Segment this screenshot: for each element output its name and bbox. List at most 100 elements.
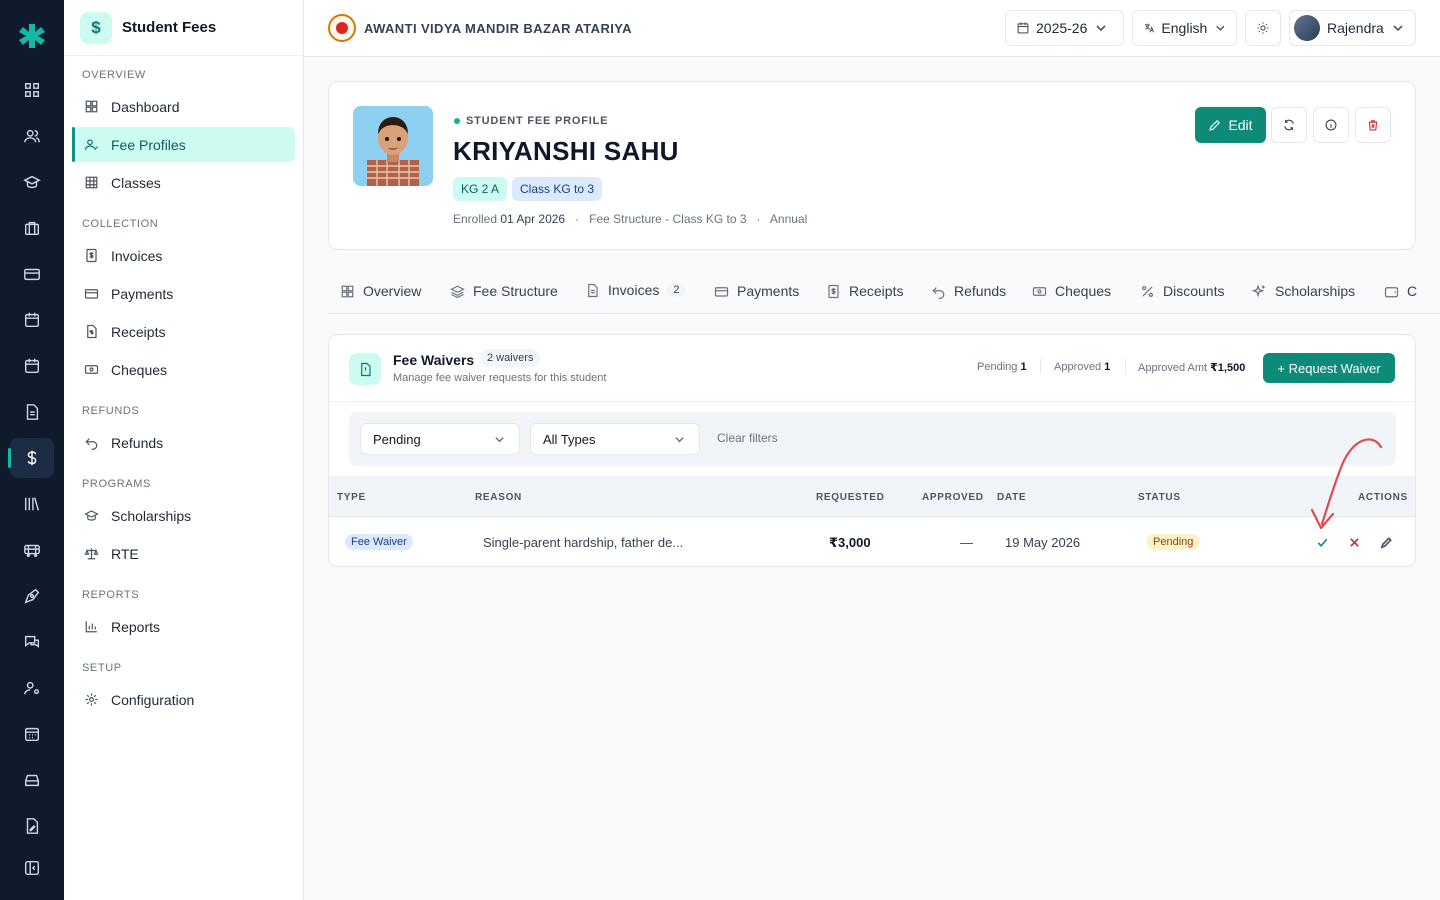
request-waiver-button[interactable]: + Request Waiver bbox=[1263, 353, 1395, 383]
section-collection: COLLECTION bbox=[82, 218, 159, 230]
delete-button[interactable] bbox=[1355, 107, 1391, 143]
sidebar-item-reports[interactable]: Reports bbox=[72, 609, 295, 644]
reject-button[interactable] bbox=[1345, 533, 1363, 551]
chevron-down-icon bbox=[1096, 25, 1106, 32]
pen-icon[interactable] bbox=[10, 576, 54, 616]
section-refunds: REFUNDS bbox=[82, 405, 140, 417]
student-profile-card: STUDENT FEE PROFILE KRIYANSHI SAHU KG 2 … bbox=[328, 81, 1416, 250]
column-header-approved[interactable]: APPROVED bbox=[922, 492, 984, 503]
approve-button[interactable] bbox=[1313, 533, 1331, 551]
user-menu[interactable]: Rajendra bbox=[1289, 10, 1416, 46]
user-settings-icon[interactable] bbox=[10, 668, 54, 708]
status-filter-select[interactable]: Pending bbox=[360, 423, 520, 455]
tab-refunds[interactable]: Refunds bbox=[931, 283, 1006, 299]
chevron-down-icon bbox=[495, 437, 504, 443]
tab-overflow[interactable]: C bbox=[1384, 283, 1417, 299]
sidebar-item-label: RTE bbox=[111, 545, 139, 562]
info-button[interactable] bbox=[1313, 107, 1349, 143]
sidebar-item-cheques[interactable]: Cheques bbox=[72, 352, 295, 387]
waiver-reason: Single-parent hardship, father de... bbox=[483, 535, 684, 550]
tab-receipts[interactable]: Receipts bbox=[826, 283, 903, 299]
table-row[interactable]: Fee Waiver Single-parent hardship, fathe… bbox=[329, 518, 1415, 566]
calendar-grid-icon[interactable] bbox=[10, 714, 54, 754]
sidebar-item-receipts[interactable]: Receipts bbox=[72, 314, 295, 349]
column-header-status[interactable]: STATUS bbox=[1138, 492, 1181, 503]
column-header-date[interactable]: DATE bbox=[997, 492, 1026, 503]
tab-label: C bbox=[1407, 283, 1418, 299]
user-check-icon bbox=[84, 139, 98, 150]
tab-payments[interactable]: Payments bbox=[714, 283, 799, 299]
app-logo-icon[interactable] bbox=[17, 22, 47, 52]
info-icon bbox=[1325, 119, 1337, 131]
percent-icon bbox=[1142, 285, 1153, 297]
sidebar-item-label: Payments bbox=[111, 285, 174, 302]
sidebar-item-classes[interactable]: Classes bbox=[72, 165, 295, 200]
sidebar-item-payments[interactable]: Payments bbox=[72, 276, 295, 311]
dollar-icon: $ bbox=[80, 11, 112, 44]
briefcase-icon[interactable] bbox=[10, 208, 54, 248]
dollar-icon[interactable] bbox=[8, 438, 54, 478]
card-icon[interactable] bbox=[10, 254, 54, 294]
section-overview: OVERVIEW bbox=[82, 69, 146, 81]
calendar-alt-icon[interactable] bbox=[10, 346, 54, 386]
sidebar-item-rte[interactable]: RTE bbox=[72, 536, 295, 571]
top-bar: AWANTI VIDYA MANDIR BAZAR ATARIYA 2025-2… bbox=[304, 0, 1440, 57]
language-value: English bbox=[1161, 20, 1208, 36]
edit-row-button[interactable] bbox=[1377, 533, 1395, 551]
drive-icon[interactable] bbox=[10, 760, 54, 800]
language-select[interactable]: English bbox=[1132, 10, 1237, 46]
student-photo bbox=[353, 106, 433, 186]
library-icon[interactable] bbox=[10, 484, 54, 524]
tab-cheques[interactable]: Cheques bbox=[1032, 283, 1111, 299]
calendar-icon[interactable] bbox=[10, 300, 54, 340]
sidebar-item-label: Cheques bbox=[111, 361, 168, 378]
chat-icon[interactable] bbox=[10, 622, 54, 662]
close-icon bbox=[1349, 537, 1359, 547]
sidebar-item-dashboard[interactable]: Dashboard bbox=[72, 89, 295, 124]
waiver-file-icon bbox=[349, 353, 381, 385]
fee-frequency: Annual bbox=[769, 212, 808, 226]
app-rail bbox=[0, 0, 64, 900]
card-icon bbox=[714, 286, 729, 297]
sidebar-item-invoices[interactable]: Invoices bbox=[72, 238, 295, 273]
column-header-type[interactable]: TYPE bbox=[337, 492, 366, 503]
sidebar-item-configuration[interactable]: Configuration bbox=[72, 682, 295, 717]
sidebar-item-label: Classes bbox=[111, 174, 161, 191]
column-header-reason[interactable]: REASON bbox=[475, 492, 522, 503]
tab-label: Payments bbox=[737, 283, 800, 299]
module-title: Student Fees bbox=[122, 19, 217, 36]
tab-label: Refunds bbox=[954, 283, 1007, 299]
theme-toggle[interactable] bbox=[1245, 10, 1281, 46]
stat-value: 1 bbox=[1104, 361, 1111, 373]
school-name: AWANTI VIDYA MANDIR BAZAR ATARIYA bbox=[364, 20, 632, 36]
academic-year-select[interactable]: 2025-26 bbox=[1005, 10, 1124, 46]
tab-overview[interactable]: Overview bbox=[340, 283, 421, 299]
type-filter-select[interactable]: All Types bbox=[530, 423, 700, 455]
users-icon[interactable] bbox=[10, 116, 54, 156]
graduation-icon[interactable] bbox=[10, 162, 54, 202]
sidebar-header: $ Student Fees bbox=[64, 0, 303, 56]
document-icon[interactable] bbox=[10, 392, 54, 432]
sidebar-item-fee-profiles[interactable]: Fee Profiles bbox=[72, 127, 295, 162]
tab-invoices[interactable]: Invoices 2 bbox=[585, 282, 686, 298]
tab-discounts[interactable]: Discounts bbox=[1140, 283, 1224, 299]
bus-icon[interactable] bbox=[10, 530, 54, 570]
clear-filters-link[interactable]: Clear filters bbox=[717, 431, 778, 445]
gear-icon bbox=[85, 693, 98, 706]
collapse-icon[interactable] bbox=[10, 848, 54, 888]
file-edit-icon[interactable] bbox=[10, 806, 54, 846]
edit-button[interactable]: Edit bbox=[1195, 107, 1266, 143]
undo-icon bbox=[85, 438, 98, 450]
document-icon bbox=[588, 283, 598, 297]
panel-title: Fee Waivers bbox=[393, 352, 475, 368]
banknote-icon bbox=[1032, 286, 1047, 296]
tab-fee-structure[interactable]: Fee Structure bbox=[450, 283, 558, 299]
apps-icon[interactable] bbox=[10, 70, 54, 110]
sidebar-item-refunds[interactable]: Refunds bbox=[72, 425, 295, 460]
tab-label: Fee Structure bbox=[473, 283, 558, 299]
column-header-requested[interactable]: REQUESTED bbox=[816, 492, 885, 503]
tab-scholarships[interactable]: Scholarships bbox=[1252, 283, 1355, 299]
sidebar-item-scholarships[interactable]: Scholarships bbox=[72, 498, 295, 533]
receipt-icon bbox=[87, 324, 97, 339]
refresh-button[interactable] bbox=[1271, 107, 1307, 143]
